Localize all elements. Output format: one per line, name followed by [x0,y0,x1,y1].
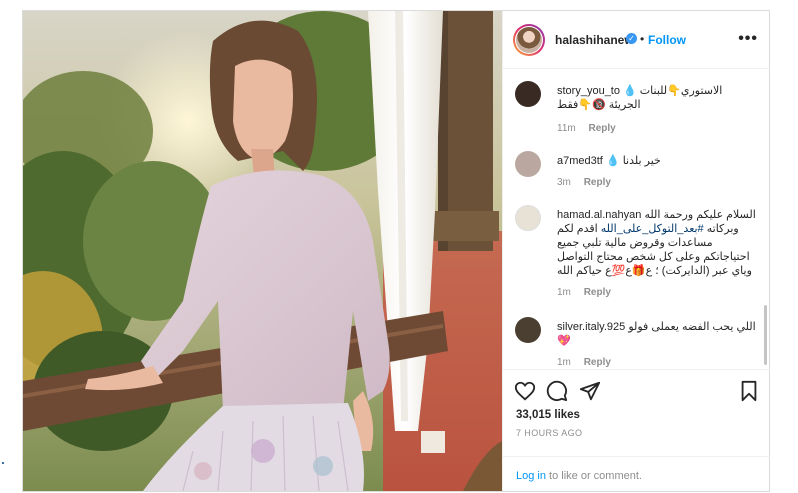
hashtag-link[interactable]: #بعد_التوكل_على_الله [601,223,704,235]
reply-button[interactable]: Reply [584,287,611,298]
follow-button[interactable]: Follow [648,33,686,47]
comment-username[interactable]: silver.italy.925 [557,321,625,333]
comment-meta: 1m Reply [557,357,611,368]
post-sidebar: halashihanew ✓ • Follow ••• story_you_to… [502,11,770,491]
comment-time: 11m [557,123,576,134]
comment-username[interactable]: hamad.al.nahyan [557,209,641,221]
likes-count[interactable]: 33,015 likes [516,409,580,421]
comment-bubble-icon[interactable] [546,380,568,402]
comment-time: 1m [557,287,571,298]
comment-body: story_you_to الاستوري👇للبنات 💧 الجريئة 🔞… [557,84,757,112]
login-prompt: Log in to like or comment. [503,456,770,492]
comment-meta: 11m Reply [557,123,616,134]
comments-scrollbar[interactable] [764,305,767,365]
comment-meta: 3m Reply [557,177,611,188]
comment-avatar[interactable] [515,205,541,231]
verified-badge-icon: ✓ [626,33,637,44]
separator-dot: • [640,32,645,46]
comment-text: خير بلدنا 💧 [605,155,661,167]
comment-avatar[interactable] [515,81,541,107]
post-header: halashihanew ✓ • Follow ••• [503,11,770,69]
comments-list[interactable]: story_you_to الاستوري👇للبنات 💧 الجريئة 🔞… [503,69,770,369]
post-photo[interactable] [23,11,502,491]
login-prompt-text: to like or comment. [545,470,642,482]
like-heart-icon[interactable] [514,380,536,402]
comment-body: hamad.al.nahyan السلام عليكم ورحمة الله … [557,208,757,278]
reply-button[interactable]: Reply [589,123,616,134]
comment-username[interactable]: story_you_to [557,85,620,97]
reply-button[interactable]: Reply [584,357,611,368]
comment-body: a7med3tf خير بلدنا 💧 [557,154,757,168]
reply-button[interactable]: Reply [584,177,611,188]
comment-time: 3m [557,177,571,188]
more-options-icon[interactable]: ••• [738,30,758,48]
post-actions: 33,015 likes 7 HOURS AGO Log in to like … [503,369,770,491]
comment-meta: 1m Reply [557,287,611,298]
username-link[interactable]: halashihanew [555,33,634,47]
login-link[interactable]: Log in [516,470,546,482]
comment-avatar[interactable] [515,151,541,177]
photo-illustration [23,11,502,491]
wall-socket [421,431,445,453]
comment-avatar[interactable] [515,317,541,343]
comment-body: silver.italy.925 اللي يحب الفضه يعملى فو… [557,320,757,348]
post-container: halashihanew ✓ • Follow ••• story_you_to… [22,10,770,492]
post-timestamp[interactable]: 7 HOURS AGO [516,428,582,438]
comment-time: 1m [557,357,571,368]
comment-username[interactable]: a7med3tf [557,155,603,167]
avatar[interactable] [513,24,545,56]
share-send-icon[interactable] [579,380,601,402]
save-bookmark-icon[interactable] [738,380,760,402]
page-edge-marker [2,462,4,464]
